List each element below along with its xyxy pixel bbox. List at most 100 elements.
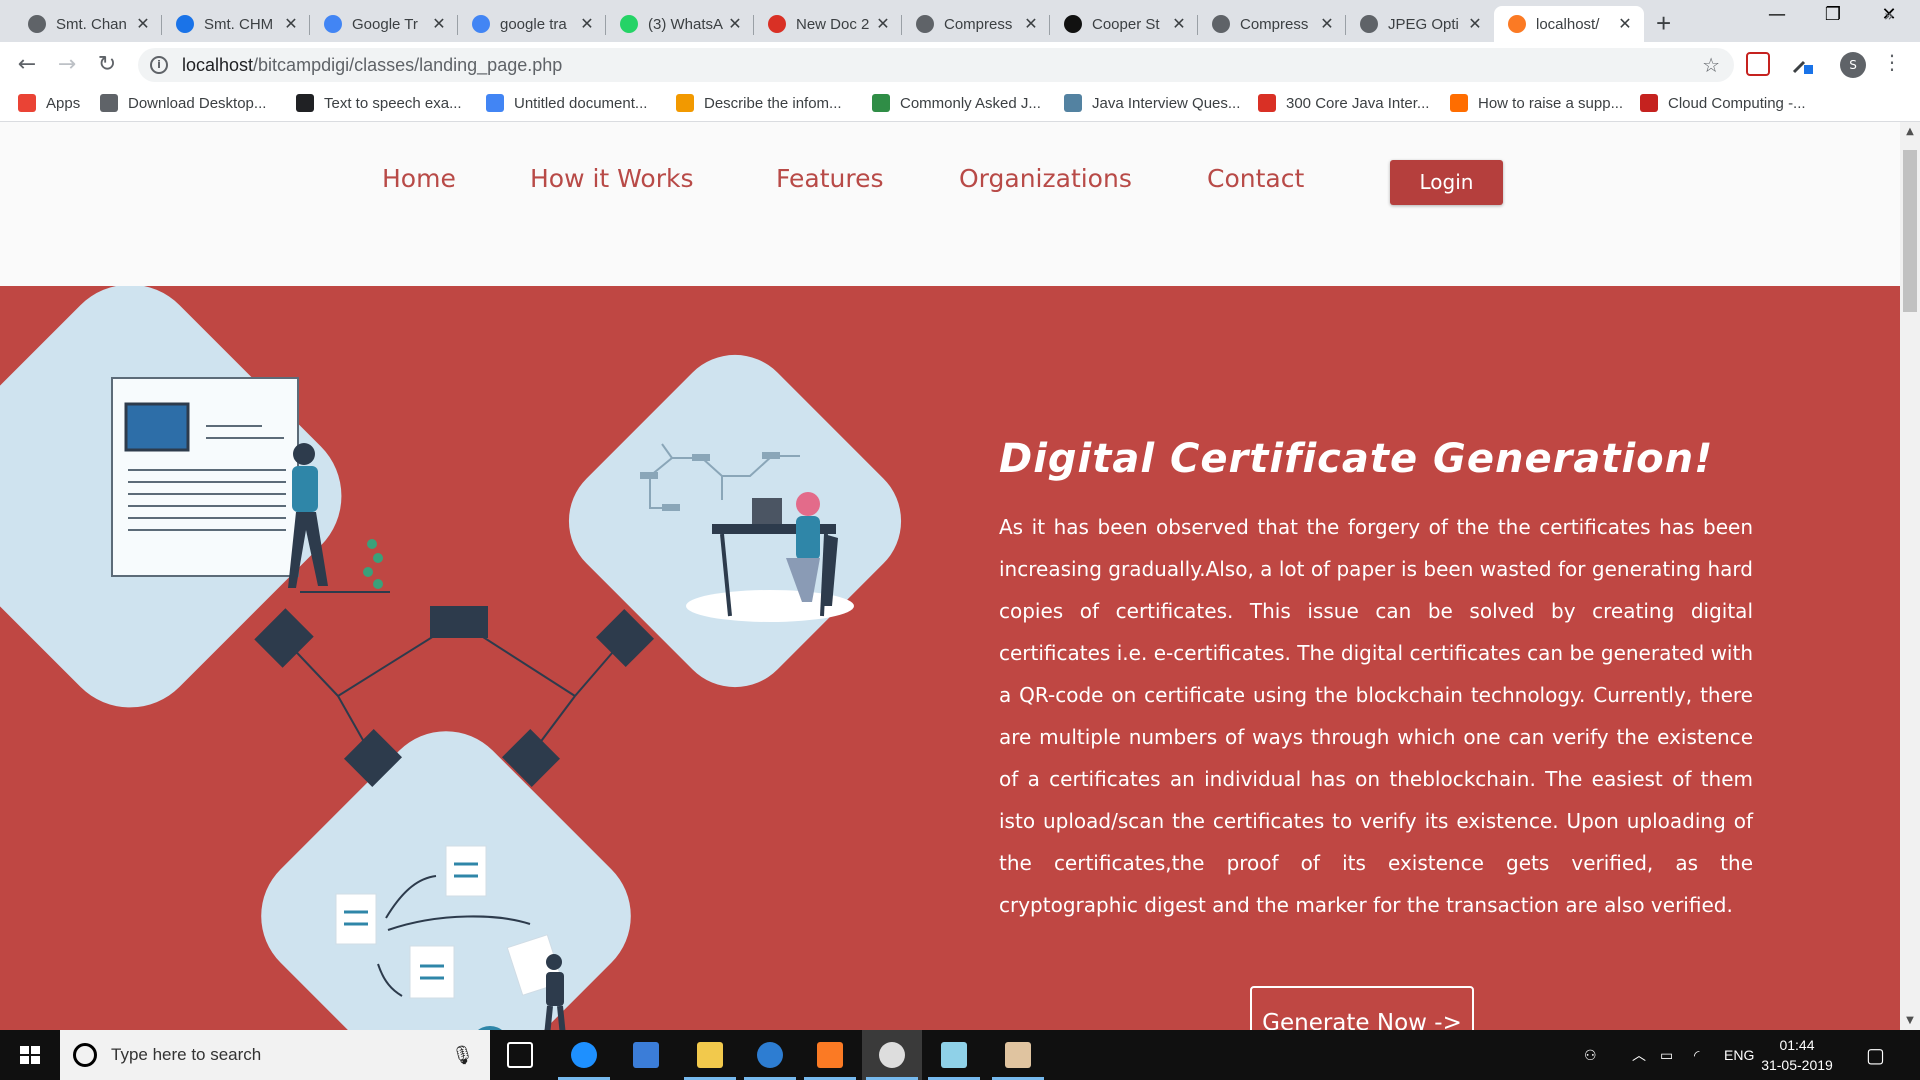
n-logo-icon bbox=[1640, 94, 1658, 112]
edge-icon[interactable] bbox=[554, 1030, 614, 1080]
google-docs-icon bbox=[486, 94, 504, 112]
bookmark-item[interactable]: Commonly Asked J... bbox=[872, 94, 1041, 112]
wifi-icon[interactable]: ◜ bbox=[1694, 1030, 1699, 1080]
paint-icon[interactable] bbox=[988, 1030, 1048, 1080]
taskbar-app-glyph bbox=[879, 1042, 905, 1068]
scroll-up-arrow-icon[interactable]: ▲ bbox=[1900, 126, 1920, 137]
tab-close-icon[interactable]: ✕ bbox=[1022, 14, 1040, 34]
site-navbar: Home How it Works Features Organizations… bbox=[0, 122, 1900, 286]
tab-label: Google Tr bbox=[352, 15, 418, 33]
tab-close-icon[interactable]: ✕ bbox=[726, 14, 744, 34]
nav-how-it-works[interactable]: How it Works bbox=[530, 164, 694, 193]
generate-now-button[interactable]: Generate Now -> bbox=[1250, 986, 1474, 1030]
app-blue-icon[interactable] bbox=[740, 1030, 800, 1080]
bookmarks-overflow-button[interactable]: » bbox=[1884, 6, 1894, 25]
bookmark-item[interactable]: Cloud Computing -... bbox=[1640, 94, 1806, 112]
language-indicator[interactable]: ENG bbox=[1724, 1030, 1754, 1080]
xampp-icon[interactable] bbox=[800, 1030, 860, 1080]
bookmark-item[interactable]: Apps bbox=[18, 94, 80, 112]
reload-icon[interactable]: ↻ bbox=[92, 50, 122, 80]
hero-illustration bbox=[0, 286, 902, 1030]
browser-tab[interactable]: Smt. CHM ✕ bbox=[162, 6, 310, 42]
taskbar-app-glyph bbox=[757, 1042, 783, 1068]
tab-close-icon[interactable]: ✕ bbox=[1170, 14, 1188, 34]
url-path: /bitcampdigi/classes/landing_page.php bbox=[253, 54, 563, 75]
browser-tab[interactable]: Smt. Chan ✕ bbox=[14, 6, 162, 42]
tab-close-icon[interactable]: ✕ bbox=[134, 14, 152, 34]
java-icon bbox=[1064, 94, 1082, 112]
tab-close-icon[interactable]: ✕ bbox=[430, 14, 448, 34]
windows-start-button[interactable] bbox=[0, 1030, 60, 1080]
profile-avatar[interactable]: S bbox=[1840, 52, 1866, 78]
action-center-icon[interactable]: ▢ bbox=[1866, 1030, 1885, 1080]
taskbar-app-glyph bbox=[571, 1042, 597, 1068]
scroll-down-arrow-icon[interactable]: ▼ bbox=[1900, 1015, 1920, 1026]
taskbar-search-box[interactable]: Type here to search 🎙 bbox=[60, 1030, 490, 1080]
taskbar-search-placeholder: Type here to search bbox=[111, 1045, 262, 1064]
browser-tab[interactable]: Google Tr ✕ bbox=[310, 6, 458, 42]
url-text[interactable]: localhost/bitcampdigi/classes/landing_pa… bbox=[182, 55, 562, 76]
store-icon[interactable] bbox=[616, 1030, 676, 1080]
bookmark-item[interactable]: Download Desktop... bbox=[100, 94, 266, 112]
tab-close-icon[interactable]: ✕ bbox=[1466, 14, 1484, 34]
bookmark-label: How to raise a supp... bbox=[1478, 94, 1624, 112]
bookmark-star-icon[interactable]: ☆ bbox=[1702, 53, 1720, 77]
back-arrow-icon[interactable]: ← bbox=[12, 50, 42, 80]
info-icon[interactable]: i bbox=[150, 56, 168, 74]
tab-close-icon[interactable]: ✕ bbox=[282, 14, 300, 34]
tab-label: localhost/ bbox=[1536, 15, 1600, 33]
browser-tab[interactable]: google tra ✕ bbox=[458, 6, 606, 42]
forward-arrow-icon[interactable]: → bbox=[52, 50, 82, 80]
browser-tab[interactable]: (3) WhatsA ✕ bbox=[606, 6, 754, 42]
bookmark-item[interactable]: Java Interview Ques... bbox=[1064, 94, 1240, 112]
taskbar-app-glyph bbox=[633, 1042, 659, 1068]
pocket-extension-icon[interactable] bbox=[1746, 52, 1770, 76]
notepad-icon[interactable] bbox=[924, 1030, 984, 1080]
bookmark-label: Apps bbox=[46, 94, 81, 112]
restore-button[interactable]: ❐ bbox=[1810, 4, 1856, 25]
login-button[interactable]: Login bbox=[1390, 160, 1503, 205]
nav-features[interactable]: Features bbox=[776, 164, 884, 193]
bookmark-item[interactable]: How to raise a supp... bbox=[1450, 94, 1623, 112]
bookmark-item[interactable]: Text to speech exa... bbox=[296, 94, 462, 112]
nav-home[interactable]: Home bbox=[382, 164, 456, 193]
tab-close-icon[interactable]: ✕ bbox=[874, 14, 892, 34]
scrollbar-thumb[interactable] bbox=[1903, 150, 1917, 312]
battery-icon[interactable]: ▭ bbox=[1660, 1030, 1673, 1080]
bookmark-item[interactable]: Describe the infom... bbox=[676, 94, 842, 112]
browser-tab[interactable]: New Doc 2 ✕ bbox=[754, 6, 902, 42]
bookmark-image-icon bbox=[100, 94, 118, 112]
people-icon[interactable]: ⚇ bbox=[1584, 1030, 1597, 1080]
bookmark-label: Commonly Asked J... bbox=[900, 94, 1041, 112]
menu-dots-icon[interactable]: ⋮ bbox=[1882, 50, 1902, 74]
chrome-icon[interactable] bbox=[862, 1030, 922, 1080]
bookmark-item[interactable]: Untitled document... bbox=[486, 94, 647, 112]
browser-tab[interactable]: Compress ✕ bbox=[902, 6, 1050, 42]
microphone-icon[interactable]: 🎙 bbox=[451, 1045, 474, 1066]
bookmark-item[interactable]: 300 Core Java Inter... bbox=[1258, 94, 1429, 112]
browser-tab[interactable]: Cooper St ✕ bbox=[1050, 6, 1198, 42]
page-scrollbar[interactable]: ▲ ▼ bbox=[1900, 122, 1920, 1030]
xampp-icon bbox=[1508, 15, 1526, 33]
tab-label: (3) WhatsA bbox=[648, 15, 724, 33]
address-bar[interactable]: i localhost/bitcampdigi/classes/landing_… bbox=[138, 48, 1734, 82]
task-view-icon[interactable] bbox=[490, 1030, 550, 1080]
minimize-button[interactable]: — bbox=[1754, 4, 1800, 25]
file-explorer-icon[interactable] bbox=[680, 1030, 740, 1080]
browser-tab[interactable]: localhost/ ✕ bbox=[1494, 6, 1644, 42]
new-tab-button[interactable]: + bbox=[1656, 8, 1671, 39]
browser-tab[interactable]: JPEG Opti ✕ bbox=[1346, 6, 1494, 42]
eyedropper-extension-icon[interactable] bbox=[1790, 52, 1814, 76]
javatpoint-icon bbox=[1258, 94, 1276, 112]
tab-close-icon[interactable]: ✕ bbox=[578, 14, 596, 34]
nav-organizations[interactable]: Organizations bbox=[959, 164, 1132, 193]
bookmark-label: 300 Core Java Inter... bbox=[1286, 94, 1430, 112]
tray-overflow-chevron-icon[interactable]: ︿ bbox=[1632, 1030, 1646, 1080]
browser-tab[interactable]: Compress ✕ bbox=[1198, 6, 1346, 42]
taskbar-clock[interactable]: 01:44 31-05-2019 bbox=[1752, 1035, 1842, 1075]
tab-close-icon[interactable]: ✕ bbox=[1318, 14, 1336, 34]
nav-contact[interactable]: Contact bbox=[1207, 164, 1304, 193]
bookmark-label: Cloud Computing -... bbox=[1668, 94, 1806, 112]
tab-close-icon[interactable]: ✕ bbox=[1616, 14, 1634, 34]
tab-label: google tra bbox=[500, 15, 567, 33]
